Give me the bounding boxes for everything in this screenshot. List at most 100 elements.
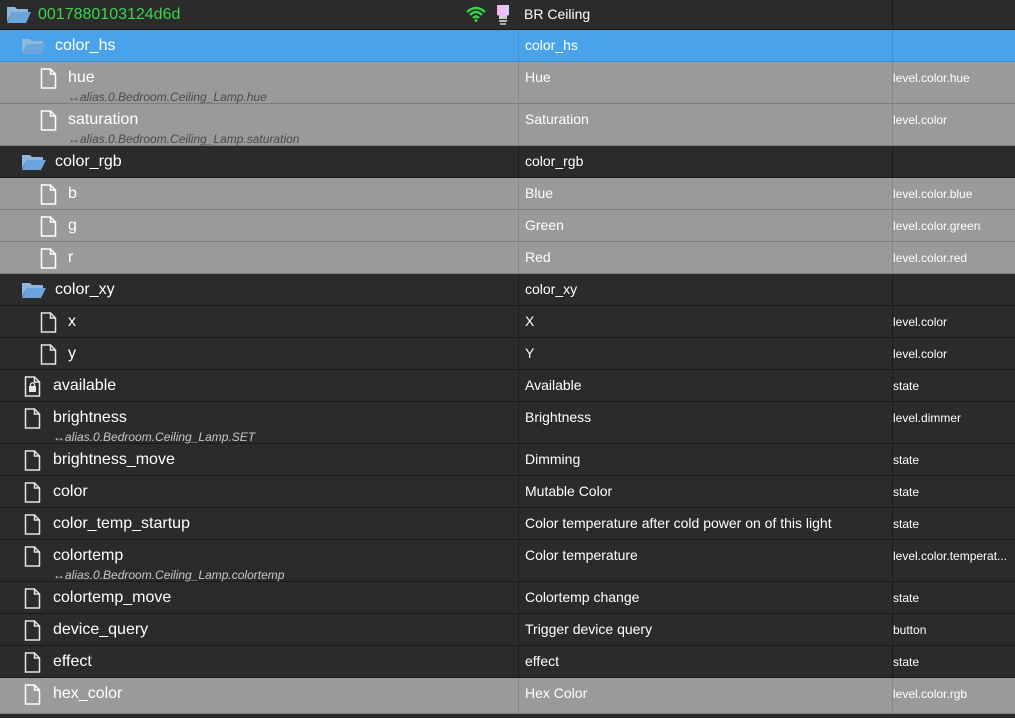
tree-row-colortemp-move[interactable]: colortemp_move Colortemp change state [0, 582, 1015, 614]
tree-row-b[interactable]: b Blue level.color.blue [0, 178, 1015, 210]
file-icon [24, 482, 41, 508]
file-icon [24, 546, 41, 572]
wifi-icon [466, 6, 486, 27]
lightbulb-icon [495, 3, 511, 30]
object-role: Red [525, 249, 551, 265]
file-icon [24, 514, 41, 540]
tree-row-available[interactable]: available Available state [0, 370, 1015, 402]
tree-row-g[interactable]: g Green level.color.green [0, 210, 1015, 242]
object-tree: 0017880103124d6d BR Ceiling color_hs colo… [0, 0, 1015, 718]
tree-row-y[interactable]: y Ylevel.color [0, 338, 1015, 370]
type-cell: level.color.green [892, 210, 1012, 241]
name-cell: colortemp ↔alias.0.Bedroom.Ceiling_Lamp.c… [0, 540, 518, 582]
folder-open-icon[interactable] [21, 152, 47, 177]
type-cell: level.color.rgb [892, 678, 1012, 713]
object-role: color_xy [525, 281, 578, 297]
tree-row-color-rgb[interactable]: color_rgb color_rgb [0, 146, 1015, 178]
file-icon [40, 184, 57, 210]
role-cell: Trigger device query [518, 614, 892, 645]
object-type: state [893, 485, 920, 499]
tree-row-saturation[interactable]: saturation ↔alias.0.Bedroom.Ceiling_Lamp.… [0, 104, 1015, 146]
object-name: x [68, 313, 76, 330]
object-type: level.color.rgb [893, 687, 968, 701]
name-cell: color_xy [0, 274, 518, 305]
object-role: Hue [525, 69, 551, 85]
object-role: Colortemp change [525, 589, 640, 605]
object-role: effect [525, 653, 559, 669]
object-role: Blue [525, 185, 554, 201]
object-type: level.color.hue [893, 71, 970, 85]
object-type: level.color.blue [893, 187, 973, 201]
tree-row-colortemp[interactable]: colortemp ↔alias.0.Bedroom.Ceiling_Lamp.c… [0, 540, 1015, 582]
role-cell: Hex Color [518, 678, 892, 713]
tree-row-brightness-move[interactable]: brightness_move Dimming state [0, 444, 1015, 476]
tree-row-color-hs[interactable]: color_hs color_hs [0, 30, 1015, 62]
role-cell: effect [518, 646, 892, 677]
tree-row-r[interactable]: r Red level.color.red [0, 242, 1015, 274]
object-role: Dimming [525, 451, 581, 467]
name-cell: saturation ↔alias.0.Bedroom.Ceiling_Lamp.… [0, 104, 518, 146]
file-icon [24, 588, 41, 614]
role-cell: Colortemp change [518, 582, 892, 613]
alias-link[interactable]: ↔alias.0.Bedroom.Ceiling_Lamp.saturation [68, 132, 299, 146]
file-icon [40, 344, 57, 370]
role-cell: Saturation [518, 104, 892, 145]
object-name: available [53, 377, 117, 394]
tree-row-x[interactable]: x Xlevel.color [0, 306, 1015, 338]
name-cell: g [0, 210, 518, 241]
object-type: level.dimmer [893, 411, 962, 425]
object-name: hue [68, 69, 95, 86]
file-icon [40, 216, 57, 242]
object-type: level.color.green [893, 219, 981, 233]
name-cell: x [0, 306, 518, 337]
role-cell: Available [518, 370, 892, 401]
object-role: color_hs [525, 37, 578, 53]
folder-open-icon[interactable] [21, 280, 47, 305]
object-name: color_hs [55, 37, 116, 54]
object-name: color_xy [55, 281, 115, 298]
role-cell: Brightness [518, 402, 892, 443]
type-cell: state [892, 646, 1012, 677]
object-type: level.color [893, 347, 948, 361]
folder-open-icon[interactable] [6, 3, 32, 30]
file-icon [40, 110, 57, 136]
tree-row-brightness[interactable]: brightness ↔alias.0.Bedroom.Ceiling_Lamp.… [0, 402, 1015, 444]
type-cell: level.color [892, 306, 1012, 337]
object-role: Saturation [525, 111, 589, 127]
object-name: r [68, 249, 74, 266]
type-cell [892, 146, 1012, 177]
object-name: saturation [68, 111, 139, 128]
role-cell: Hue [518, 62, 892, 103]
tree-row-device-query[interactable]: device_query Trigger device query button [0, 614, 1015, 646]
tree-row-hue[interactable]: hue ↔alias.0.Bedroom.Ceiling_Lamp.hue Hue l… [0, 62, 1015, 104]
alias-link[interactable]: ↔alias.0.Bedroom.Ceiling_Lamp.colortemp [53, 568, 284, 582]
device-id: 0017880103124d6d [38, 6, 181, 23]
object-role: Hex Color [525, 685, 588, 701]
folder-open-icon[interactable] [21, 36, 47, 61]
tree-row-color-xy[interactable]: color_xy color_xy [0, 274, 1015, 306]
device-header-row[interactable]: 0017880103124d6d BR Ceiling [0, 0, 1015, 30]
name-cell: device_query [0, 614, 518, 645]
type-cell: level.color.temperat... [892, 540, 1012, 581]
alias-link[interactable]: ↔alias.0.Bedroom.Ceiling_Lamp.hue [68, 90, 267, 104]
tree-row-color-temp-startup[interactable]: color_temp_startup Color temperature afte… [0, 508, 1015, 540]
tree-row-hex-color[interactable]: hex_color Hex Color level.color.rgb [0, 678, 1015, 714]
name-cell: color_temp_startup [0, 508, 518, 539]
role-cell: color_xy [518, 274, 892, 305]
device-title: BR Ceiling [524, 6, 591, 22]
object-name: y [68, 345, 76, 362]
object-name: color_rgb [55, 153, 122, 170]
role-cell: X [518, 306, 892, 337]
object-name: brightness_move [53, 451, 175, 468]
file-icon [40, 248, 57, 274]
tree-row-color[interactable]: color Mutable Color state [0, 476, 1015, 508]
file-icon [24, 652, 41, 678]
alias-link[interactable]: ↔alias.0.Bedroom.Ceiling_Lamp.SET [53, 430, 255, 444]
name-cell: color_rgb [0, 146, 518, 177]
type-cell: level.color.hue [892, 62, 1012, 103]
object-role: Mutable Color [525, 483, 613, 499]
name-cell: color_hs [0, 30, 518, 61]
file-lock-icon [24, 376, 41, 402]
object-name: device_query [53, 621, 149, 638]
tree-row-effect[interactable]: effect effect state [0, 646, 1015, 678]
